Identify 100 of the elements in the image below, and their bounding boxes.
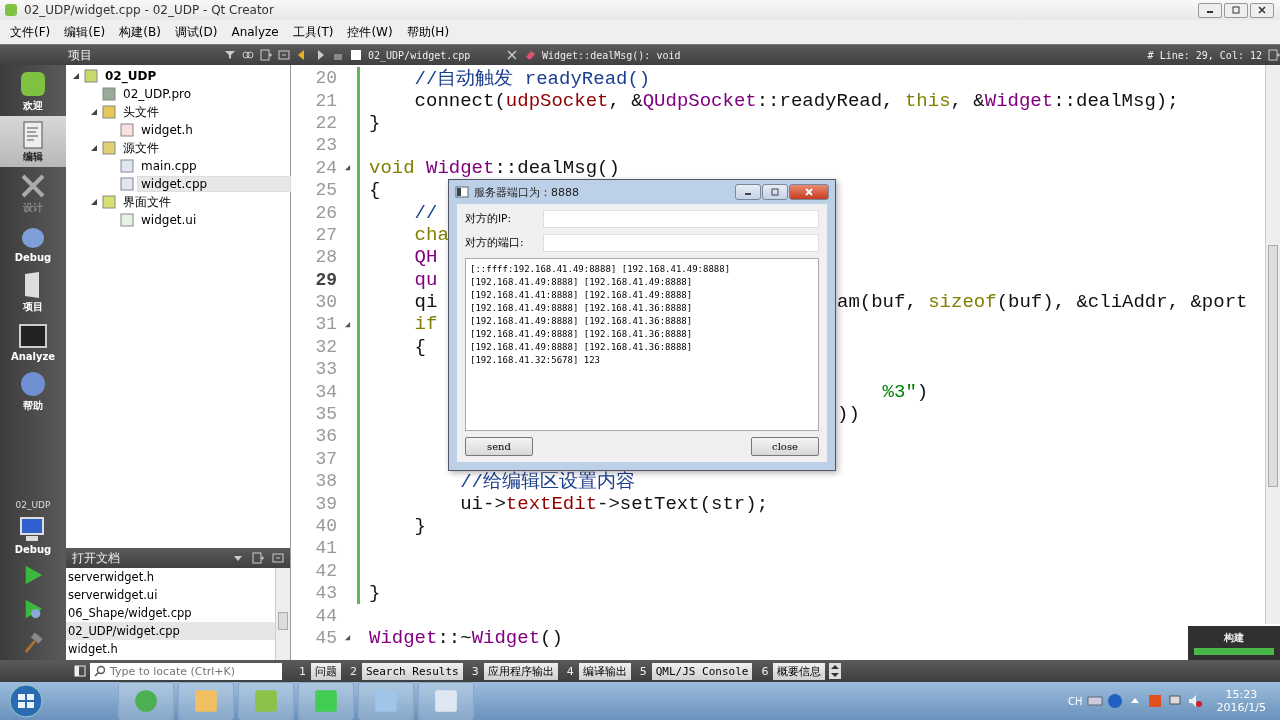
menu-item[interactable]: Analyze [225,25,285,39]
expand-arrow-icon[interactable] [90,198,98,206]
mode-button[interactable]: 欢迎 [0,65,66,116]
log-line: [192.168.41.32:5678] 123 [470,354,602,367]
log-line: [192.168.41.49:8888] [192.168.41.36:8888] [470,302,694,315]
sidebar-toggle-icon[interactable] [74,665,86,677]
menu-item[interactable]: 控件(W) [341,23,399,41]
menu-item[interactable]: 编辑(E) [58,23,112,41]
code-line: qi [413,291,438,314]
line-number: 37 [314,448,337,469]
mode-button[interactable]: 项目 [0,266,66,317]
document-item[interactable]: 02_UDP/widget.cpp [66,622,275,640]
line-number: 32 [314,336,337,357]
tree-item[interactable]: 界面文件 [120,193,174,211]
menu-item[interactable]: 帮助(H) [400,23,456,41]
input-field[interactable] [543,210,819,228]
line-number: 45 [314,627,337,648]
dialog-button[interactable]: close [751,437,819,456]
mode-button[interactable]: Debug [0,218,66,266]
build-label: 构建 [1224,631,1244,645]
code-line: { [413,335,426,358]
symbol-selector[interactable]: Widget::dealMsg(): void [524,49,1142,61]
split-icon[interactable] [252,552,264,564]
line-number: 33 [314,359,337,380]
line-number: 22 [314,112,337,133]
tree-item[interactable]: widget.h [138,123,196,137]
maximize-icon [770,187,780,197]
locate-field[interactable]: Type to locate (Ctrl+K) [90,662,282,680]
speaker-muted-icon[interactable] [1186,693,1203,709]
mode-button[interactable]: 编辑 [0,116,66,167]
close-icon[interactable] [506,49,518,61]
filter-icon[interactable] [224,49,236,61]
code-line: am(buf, sizeof(buf), &cliAddr, &port [837,291,1248,314]
close-panel-icon[interactable] [278,49,290,61]
tree-item[interactable]: 02_UDP [102,69,160,83]
line-number: 28 [314,247,337,268]
code-line: //给编辑区设置内容 [459,471,636,494]
link-icon[interactable] [242,49,254,61]
fold-arrow-icon[interactable] [343,321,351,328]
document-item[interactable]: serverwidget.h [66,568,275,586]
panel-selector[interactable]: 项目 [68,46,218,64]
scrollbar[interactable] [275,568,290,660]
build-target-selector[interactable]: Debug [0,510,66,558]
line-number: 26 [314,202,337,223]
keyboard-icon[interactable] [1086,693,1103,709]
code-line: void Widget::dealMsg() [369,156,620,179]
mode-button[interactable]: 帮助 [0,365,66,416]
dialog-button[interactable]: send [465,437,533,456]
line-number: 29 [314,269,337,290]
expand-arrow-icon[interactable] [72,72,80,80]
mode-button[interactable]: Analyze [0,317,66,365]
hammer-icon[interactable] [22,632,44,654]
close-icon [1257,5,1267,15]
code-line: if [413,313,438,336]
tree-item[interactable]: widget.cpp [138,177,290,191]
line-number: 34 [314,381,337,402]
code-line: Widget::~Widget() [369,626,563,649]
code-line: QH [413,246,438,269]
input-field[interactable] [543,234,819,252]
restore-icon [1231,5,1241,15]
expand-arrow-icon[interactable] [90,108,98,116]
document-item[interactable]: widget.h [66,640,275,658]
split-icon[interactable] [1268,49,1280,61]
fold-arrow-icon[interactable] [343,164,351,172]
line-number: 43 [314,583,337,604]
file-selector[interactable]: 02_UDP/widget.cpp [350,49,500,61]
line-number: 42 [314,560,337,581]
window-title: 02_UDP/widget.cpp - 02_UDP - Qt Creator [24,3,274,17]
menu-item[interactable]: 调试(D) [168,23,224,41]
close-button[interactable] [1250,2,1274,18]
line-number: 41 [314,538,337,559]
tree-item[interactable]: widget.ui [138,213,200,227]
tree-item[interactable]: 头文件 [120,103,162,121]
menu-item[interactable]: 工具(T) [286,23,340,41]
line-number: 44 [314,605,337,626]
line-number: 40 [314,516,337,536]
fold-arrow-icon[interactable] [343,634,351,642]
code-line: cha [413,223,449,246]
menu-item[interactable]: 构建(B) [113,23,167,41]
log-line: [192.168.41.49:8888] [192.168.41.36:8888] [470,341,694,354]
tree-item[interactable]: 源文件 [120,139,162,157]
method-icon [524,49,536,61]
close-icon [804,187,814,197]
split-icon[interactable] [260,49,272,61]
close-panel-icon[interactable] [272,552,284,564]
scrollbar[interactable] [1265,65,1280,624]
expand-arrow-icon[interactable] [90,144,98,152]
line-number: 21 [314,90,337,111]
line-number: 24 [314,157,337,178]
minimize-button[interactable] [735,184,761,200]
tree-item[interactable]: main.cpp [138,159,200,173]
tree-item[interactable]: 02_UDP.pro [120,87,195,101]
start-button-icon[interactable] [8,683,44,719]
line-number: 35 [314,404,337,425]
panel-title: 打开文档 [72,549,121,567]
menu-item[interactable]: 文件(F) [4,23,57,41]
document-item[interactable]: serverwidget.ui [66,586,275,604]
minimize-button[interactable] [1198,2,1222,18]
document-item[interactable]: 06_Shape/widget.cpp [66,604,275,622]
up-down-arrows-icon[interactable] [829,663,842,679]
